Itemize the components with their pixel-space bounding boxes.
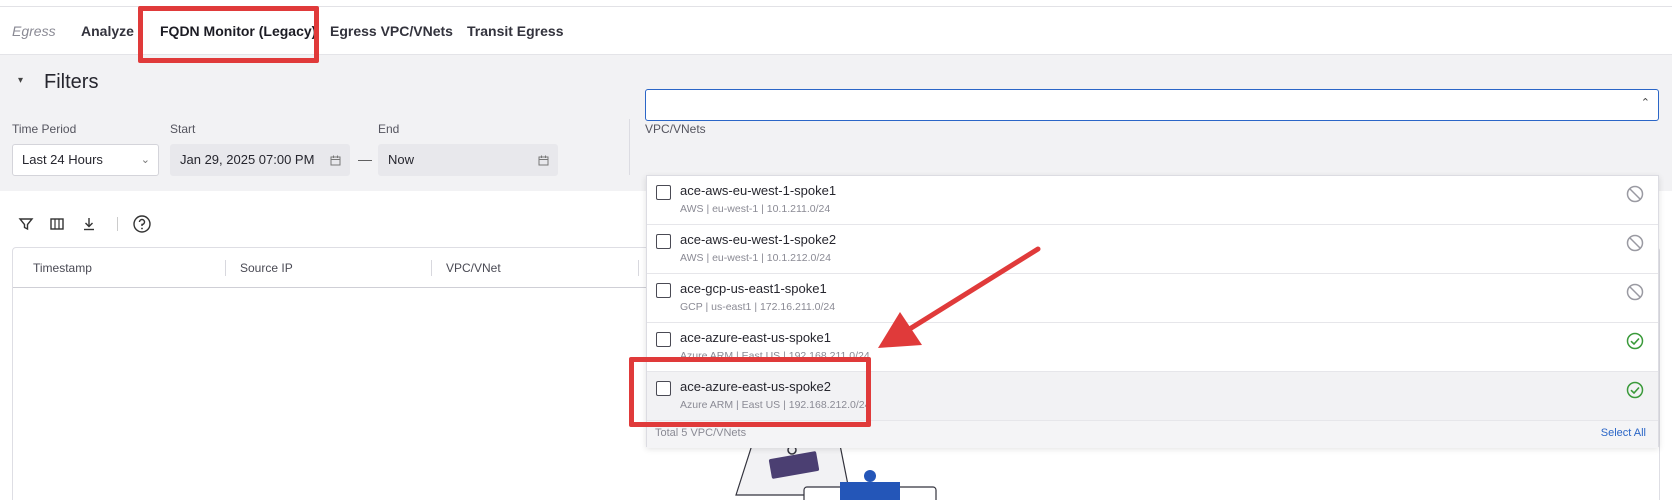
time-period-value: Last 24 Hours bbox=[22, 152, 103, 167]
column-resize-handle[interactable] bbox=[638, 260, 639, 276]
vpc-option-detail: AWS | eu-west-1 | 10.1.212.0/24 bbox=[680, 252, 831, 264]
column-header-vpc-vnet[interactable]: VPC/VNet bbox=[446, 248, 501, 288]
total-count: Total 5 VPC/VNets bbox=[655, 427, 747, 439]
column-header-timestamp[interactable]: Timestamp bbox=[33, 248, 92, 288]
date-range-separator: — bbox=[358, 151, 372, 167]
download-icon[interactable] bbox=[80, 215, 98, 233]
enabled-check-icon bbox=[1626, 332, 1644, 350]
vpc-option[interactable]: ace-aws-eu-west-1-spoke1 AWS | eu-west-1… bbox=[647, 176, 1658, 225]
vpc-vnets-dropdown: ace-aws-eu-west-1-spoke1 AWS | eu-west-1… bbox=[646, 175, 1659, 448]
time-period-select[interactable]: Last 24 Hours ⌄ bbox=[12, 144, 159, 176]
disabled-status-icon bbox=[1626, 185, 1644, 203]
tab-bar: Egress Analyze FQDN Monitor (Legacy) Egr… bbox=[0, 7, 1672, 55]
tab-transit-egress[interactable]: Transit Egress bbox=[467, 7, 564, 55]
column-resize-handle[interactable] bbox=[431, 260, 432, 276]
help-icon[interactable] bbox=[132, 214, 152, 234]
disabled-status-icon bbox=[1626, 283, 1644, 301]
tab-context-egress: Egress bbox=[12, 23, 56, 39]
start-date-field[interactable]: Jan 29, 2025 07:00 PM bbox=[170, 144, 350, 176]
chevron-down-icon: ⌄ bbox=[140, 154, 150, 166]
tab-fqdn-monitor-legacy[interactable]: FQDN Monitor (Legacy) bbox=[160, 7, 316, 55]
filters-section: ▾ Filters Time Period Last 24 Hours ⌄ St… bbox=[0, 55, 1672, 191]
checkbox[interactable] bbox=[656, 185, 671, 200]
vpc-option[interactable]: ace-aws-eu-west-1-spoke2 AWS | eu-west-1… bbox=[647, 225, 1658, 274]
column-resize-handle[interactable] bbox=[225, 260, 226, 276]
vpc-option-name: ace-azure-east-us-spoke1 bbox=[680, 330, 832, 345]
tab-analyze[interactable]: Analyze bbox=[81, 7, 134, 55]
column-header-source-ip[interactable]: Source IP bbox=[240, 248, 293, 288]
vpc-option-name: ace-aws-eu-west-1-spoke1 bbox=[680, 183, 837, 198]
dropdown-footer: Total 5 VPC/VNets Select All bbox=[647, 421, 1658, 448]
checkbox[interactable] bbox=[656, 381, 671, 396]
end-label: End bbox=[378, 122, 400, 136]
vpc-option[interactable]: ace-azure-east-us-spoke1 Azure ARM | Eas… bbox=[647, 323, 1658, 372]
vpc-option-name: ace-azure-east-us-spoke2 bbox=[680, 379, 832, 394]
checkbox[interactable] bbox=[656, 283, 671, 298]
toolbar-divider bbox=[117, 217, 118, 231]
vpc-option-name: ace-aws-eu-west-1-spoke2 bbox=[680, 232, 837, 247]
vpc-option[interactable]: ace-gcp-us-east1-spoke1 GCP | us-east1 |… bbox=[647, 274, 1658, 323]
checkbox[interactable] bbox=[656, 234, 671, 249]
columns-icon[interactable] bbox=[48, 215, 66, 233]
vpc-vnets-label: VPC/VNets bbox=[645, 122, 706, 136]
end-date-value: Now bbox=[388, 152, 415, 167]
enabled-check-icon bbox=[1626, 381, 1644, 399]
chevron-up-icon: ⌃ bbox=[1640, 97, 1650, 109]
checkbox[interactable] bbox=[656, 332, 671, 347]
vpc-option[interactable]: ace-azure-east-us-spoke2 Azure ARM | Eas… bbox=[647, 372, 1658, 421]
filters-title: Filters bbox=[44, 71, 99, 93]
calendar-icon bbox=[330, 145, 341, 178]
select-all-link[interactable]: Select All bbox=[1601, 427, 1646, 439]
start-label: Start bbox=[170, 122, 196, 136]
time-period-label: Time Period bbox=[12, 122, 77, 136]
vpc-option-name: ace-gcp-us-east1-spoke1 bbox=[680, 281, 827, 296]
top-border bbox=[0, 0, 1672, 7]
disabled-status-icon bbox=[1626, 234, 1644, 252]
collapse-triangle-icon[interactable]: ▾ bbox=[18, 75, 23, 86]
tab-egress-vpc-vnets[interactable]: Egress VPC/VNets bbox=[330, 7, 453, 55]
filter-divider bbox=[629, 119, 630, 175]
filter-icon[interactable] bbox=[17, 215, 35, 233]
vpc-option-detail: Azure ARM | East US | 192.168.212.0/24 bbox=[680, 399, 871, 411]
end-date-field[interactable]: Now bbox=[378, 144, 558, 176]
vpc-option-detail: AWS | eu-west-1 | 10.1.211.0/24 bbox=[680, 203, 831, 215]
vpc-vnets-select[interactable]: ⌃ bbox=[645, 89, 1659, 121]
start-date-value: Jan 29, 2025 07:00 PM bbox=[180, 152, 315, 167]
calendar-icon bbox=[538, 145, 549, 178]
vpc-option-detail: GCP | us-east1 | 172.16.211.0/24 bbox=[680, 301, 836, 313]
vpc-option-detail: Azure ARM | East US | 192.168.211.0/24 bbox=[680, 350, 870, 362]
